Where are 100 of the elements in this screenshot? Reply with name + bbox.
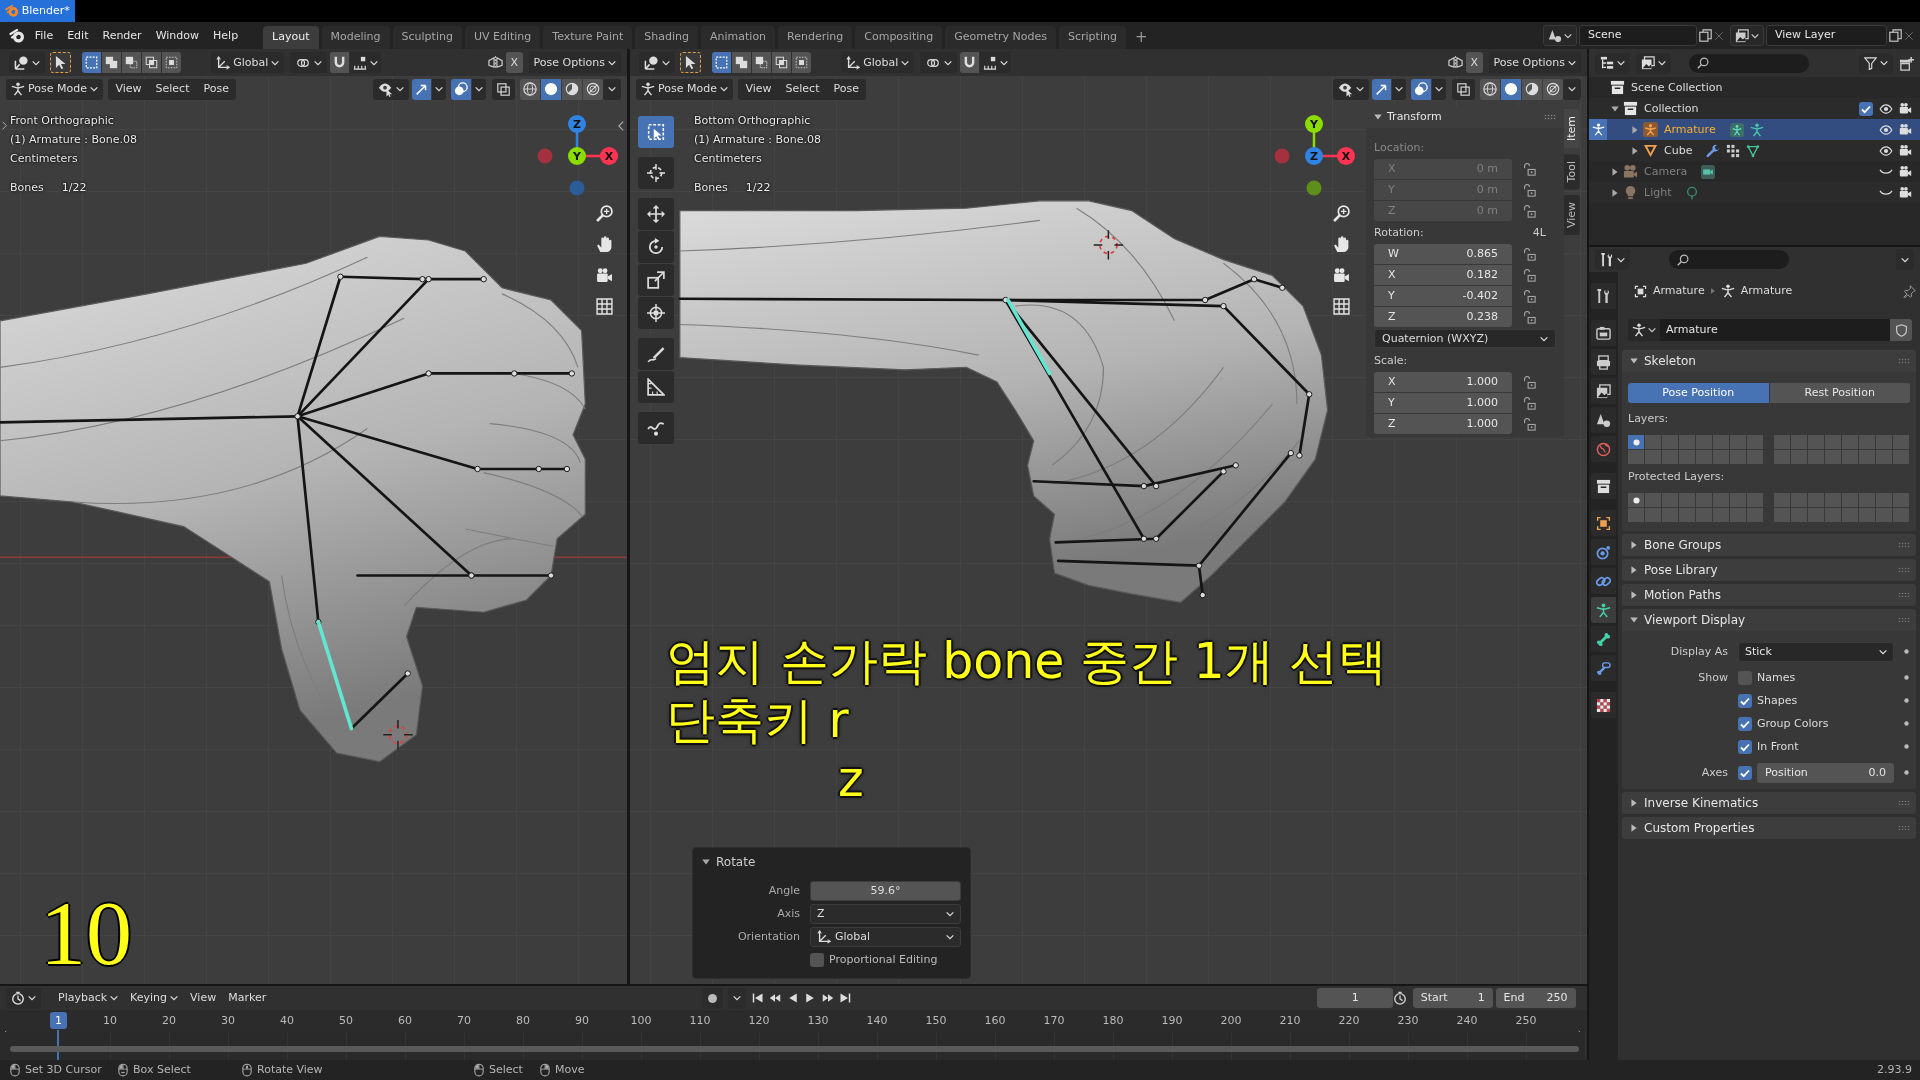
layer-toggle[interactable] — [1696, 493, 1712, 507]
caret-down-icon[interactable] — [1611, 104, 1619, 113]
menu-item[interactable]: Help — [206, 25, 246, 46]
layer-toggle[interactable] — [1791, 493, 1807, 507]
number-field[interactable]: Z 1.000 — [1374, 414, 1512, 434]
number-field[interactable]: Y -0.402 — [1374, 286, 1512, 306]
properties-tab[interactable] — [1591, 597, 1616, 623]
checkbox[interactable] — [1738, 670, 1752, 685]
view-layer-browse-button[interactable] — [1730, 25, 1764, 46]
layer-toggle[interactable] — [1662, 508, 1678, 522]
axis-ball[interactable] — [1337, 147, 1355, 165]
options-dropdown[interactable] — [1896, 249, 1914, 270]
workspace-tab[interactable]: Compositing — [855, 26, 943, 49]
checkbox[interactable] — [810, 952, 824, 967]
layer-toggle[interactable] — [1842, 508, 1858, 522]
caret-down-icon[interactable] — [1374, 113, 1382, 121]
layer-toggle[interactable] — [1791, 508, 1807, 522]
overlays-toggle[interactable] — [1411, 78, 1431, 100]
dot-icon[interactable] — [1904, 721, 1909, 726]
editor-type-button[interactable] — [1595, 249, 1630, 270]
window-title-tab[interactable]: Blender* — [0, 0, 75, 22]
layer-toggle[interactable] — [1893, 450, 1909, 464]
workspace-tab[interactable]: Shading — [635, 26, 698, 49]
chevron-left-icon[interactable] — [618, 121, 624, 131]
layer-toggle[interactable] — [1628, 450, 1644, 464]
datablock-name-field[interactable]: Armature — [1660, 319, 1890, 341]
jump-end-icon[interactable] — [839, 992, 852, 1004]
end-frame-field[interactable]: End 250 — [1495, 988, 1576, 1008]
shading-button[interactable] — [1480, 78, 1500, 100]
orientation-dropdown[interactable]: Global — [810, 926, 961, 947]
angle-field[interactable]: 59.6° — [810, 880, 961, 901]
camera-icon[interactable] — [1899, 144, 1912, 157]
layer-toggle[interactable] — [1808, 435, 1824, 449]
search-field[interactable] — [1669, 250, 1789, 269]
layer-toggle[interactable] — [1679, 508, 1695, 522]
scene-field[interactable]: Scene — [1579, 25, 1697, 46]
shading-dropdown[interactable] — [603, 78, 621, 100]
workspace-tab[interactable]: Texture Paint — [543, 26, 633, 49]
previous-keyframe-icon[interactable] — [769, 992, 782, 1004]
layer-toggle[interactable] — [1893, 493, 1909, 507]
layer-toggle[interactable] — [1774, 435, 1790, 449]
layer-toggle[interactable] — [1747, 508, 1763, 522]
axis-ball[interactable] — [568, 115, 586, 133]
unlocked-icon[interactable] — [1522, 268, 1536, 282]
zoom-icon[interactable] — [1333, 205, 1350, 222]
caret-right-icon[interactable] — [1630, 541, 1638, 549]
box-plus-icon[interactable] — [1899, 55, 1914, 71]
menu-button[interactable]: Select — [148, 78, 197, 100]
menu-button[interactable]: Select — [778, 78, 827, 100]
layer-toggle[interactable] — [1662, 450, 1678, 464]
view-layer-filter-dropdown[interactable] — [1636, 52, 1671, 74]
workspace-tab[interactable]: Layout — [263, 26, 319, 49]
caret-right-icon[interactable] — [1611, 167, 1619, 176]
layer-toggle[interactable] — [1645, 450, 1661, 464]
layer-toggle[interactable] — [1662, 493, 1678, 507]
properties-tab[interactable] — [1591, 349, 1616, 375]
dot-icon[interactable] — [1904, 698, 1909, 703]
snap-target-dropdown[interactable] — [979, 52, 1011, 73]
select-mode-button[interactable] — [712, 52, 732, 73]
pin-icon[interactable] — [1903, 284, 1916, 298]
gizmo-dropdown[interactable] — [1391, 78, 1406, 100]
tool-button[interactable] — [638, 198, 674, 230]
fake-user-button[interactable] — [1890, 319, 1912, 341]
shading-button[interactable] — [583, 78, 603, 100]
caret-down-icon[interactable] — [702, 858, 710, 866]
start-frame-field[interactable]: Start 1 — [1412, 988, 1493, 1008]
layer-toggle[interactable] — [1842, 435, 1858, 449]
next-keyframe-icon[interactable] — [821, 992, 834, 1004]
closed-eye-icon[interactable] — [1879, 189, 1893, 196]
layer-toggle[interactable] — [1825, 493, 1841, 507]
unlocked-icon[interactable] — [1522, 375, 1536, 389]
pivot-dropdown[interactable] — [289, 52, 327, 73]
layer-toggle[interactable] — [1713, 493, 1729, 507]
properties-tab[interactable] — [1591, 407, 1616, 433]
orientation-dropdown[interactable]: Global — [841, 52, 915, 73]
axis-ball[interactable] — [1305, 147, 1323, 165]
grid-icon[interactable] — [1333, 298, 1350, 315]
dots-grid-icon[interactable] — [1726, 143, 1741, 158]
tool-button[interactable] — [638, 412, 674, 444]
close-icon[interactable] — [1904, 30, 1914, 41]
xray-toggle[interactable] — [1451, 78, 1475, 100]
number-field[interactable]: Y 1.000 — [1374, 393, 1512, 413]
gizmo-dropdown[interactable] — [431, 78, 446, 100]
active-tool-button[interactable] — [680, 52, 702, 73]
workspace-tab[interactable]: Sculpting — [392, 26, 462, 49]
unlocked-icon[interactable] — [1522, 396, 1536, 410]
unlocked-icon[interactable] — [1522, 417, 1536, 431]
xray-toggle[interactable] — [491, 78, 515, 100]
playhead-frame[interactable]: 1 — [50, 1012, 67, 1029]
scene-browse-button[interactable] — [1543, 25, 1577, 46]
auto-keying-toggle[interactable] — [701, 987, 723, 1009]
layer-toggle[interactable] — [1842, 493, 1858, 507]
layer-toggle[interactable] — [1747, 493, 1763, 507]
layer-toggle[interactable] — [1825, 450, 1841, 464]
eye-icon[interactable] — [1879, 124, 1893, 135]
camera-icon[interactable] — [1899, 123, 1912, 136]
caret-down-icon[interactable] — [1630, 357, 1638, 365]
layer-toggle[interactable] — [1730, 450, 1746, 464]
layer-toggle[interactable] — [1774, 450, 1790, 464]
caret-right-icon[interactable] — [1630, 566, 1638, 574]
